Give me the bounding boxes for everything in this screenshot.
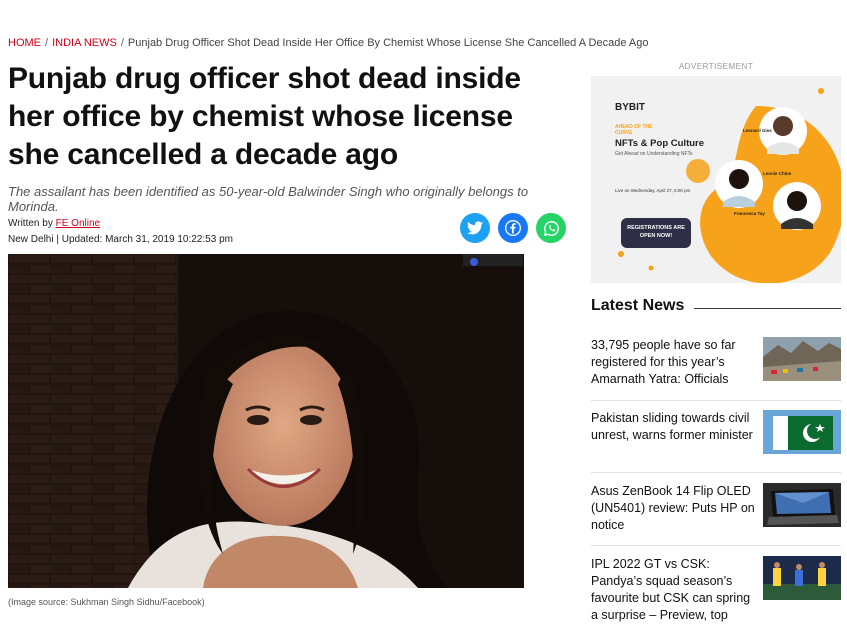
ad-speaker-1: Leonard Giss (743, 128, 772, 133)
breadcrumb: HOME / INDIA NEWS / Punjab Drug Officer Shot… (8, 37, 648, 49)
article-headline: Punjab drug officer shot dead inside her… (8, 62, 521, 171)
article-byline: Written by FE Online New Delhi | Updated… (8, 218, 233, 245)
breadcrumb-separator: / (45, 37, 49, 49)
ad-speaker-3: Francesca Tay (734, 211, 765, 216)
image-caption: (Image source: Sukhman Singh Sidhu/Faceb… (8, 597, 205, 607)
ad-speaker-2: Leonie Chloe (763, 171, 792, 176)
ad-subtitle: Get Ahead on Understanding NFTs (615, 151, 693, 157)
twitter-icon (467, 221, 483, 235)
latest-news-title: 33,795 people have so far registered for… (591, 338, 736, 386)
facebook-icon (505, 220, 521, 236)
latest-news-thumbnail (763, 410, 841, 454)
latest-news-thumbnail (763, 337, 841, 381)
dateline-location: New Delhi (8, 234, 54, 245)
advertisement-banner[interactable]: BYBIT AHEAD OF THE CURVE NFTs & Pop Cult… (591, 76, 841, 283)
latest-news-item[interactable]: 33,795 people have so far registered for… (591, 337, 841, 393)
ad-title: NFTs & Pop Culture (615, 138, 705, 149)
news-divider (591, 472, 841, 473)
latest-news-rule (694, 308, 841, 309)
latest-news-thumbnail (763, 556, 841, 600)
ad-date: Live on Wednesday, April 27, 5:00 pm (615, 188, 691, 193)
latest-news-item[interactable]: IPL 2022 GT vs CSK: Pandya’s squad seaso… (591, 556, 841, 626)
share-twitter-button[interactable] (460, 213, 490, 243)
breadcrumb-home-link[interactable]: HOME (8, 37, 41, 49)
share-whatsapp-button[interactable] (536, 213, 566, 243)
breadcrumb-section-link[interactable]: INDIA NEWS (52, 37, 117, 49)
article-photo (8, 254, 524, 588)
author-link[interactable]: FE Online (56, 218, 100, 229)
advertisement-label: ADVERTISEMENT (678, 62, 754, 71)
latest-news-item[interactable]: Pakistan sliding towards civil unrest, w… (591, 410, 841, 466)
latest-news-title: Asus ZenBook 14 Flip OLED (UN5401) revie… (591, 484, 755, 532)
breadcrumb-separator: / (120, 37, 124, 49)
latest-news-title: IPL 2022 GT vs CSK: Pandya’s squad seaso… (591, 557, 751, 622)
latest-news-thumbnail (763, 483, 841, 527)
ad-cta: REGISTRATIONS ARE OPEN NOW! (627, 225, 685, 239)
article-summary: The assailant has been identified as 50-… (8, 184, 529, 214)
latest-news-item[interactable]: Asus ZenBook 14 Flip OLED (UN5401) revie… (591, 483, 841, 539)
share-facebook-button[interactable] (498, 213, 528, 243)
news-divider (591, 400, 841, 401)
ad-tag: AHEAD OF THE CURVE (615, 124, 653, 136)
updated-timestamp: Updated: March 31, 2019 10:22:53 pm (61, 234, 233, 245)
ad-brand: BYBIT (615, 102, 645, 113)
whatsapp-icon (543, 220, 559, 236)
breadcrumb-current: Punjab Drug Officer Shot Dead Inside Her… (127, 37, 649, 49)
latest-news-title: Pakistan sliding towards civil unrest, w… (591, 411, 753, 442)
news-divider (591, 545, 841, 546)
written-by-label: Written by (8, 218, 53, 229)
latest-news-heading: Latest News (591, 297, 685, 314)
